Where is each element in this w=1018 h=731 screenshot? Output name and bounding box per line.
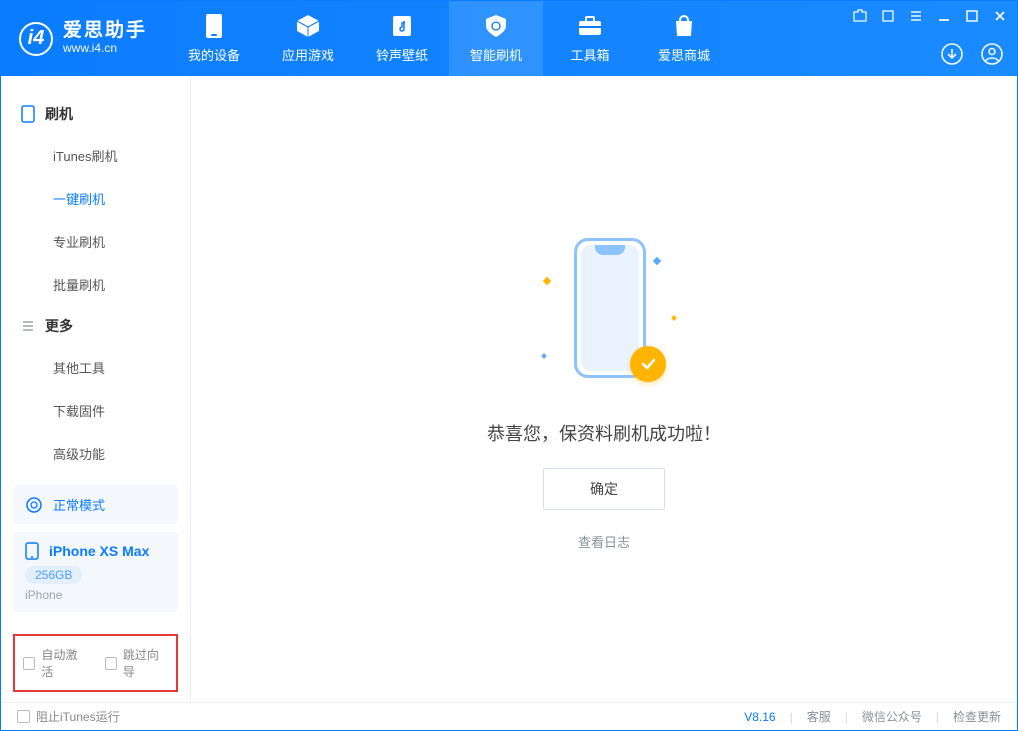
highlighted-options: 自动激活 跳过向导: [13, 634, 178, 692]
view-log-link[interactable]: 查看日志: [578, 532, 630, 551]
support-link[interactable]: 客服: [807, 708, 831, 725]
sidebar-item-oneclick-flash[interactable]: 一键刷机: [1, 177, 190, 220]
app-title-en: www.i4.cn: [63, 42, 147, 55]
sidebar-item-itunes-flash[interactable]: iTunes刷机: [1, 134, 190, 177]
section-label: 更多: [45, 316, 73, 336]
checkbox-skip-guide[interactable]: 跳过向导: [105, 646, 169, 680]
close-button[interactable]: [991, 7, 1009, 25]
wechat-link[interactable]: 微信公众号: [862, 708, 922, 725]
checkbox-auto-activate[interactable]: 自动激活: [23, 646, 87, 680]
skin-icon[interactable]: [879, 7, 897, 25]
app-title-cn: 爱思助手: [63, 21, 147, 42]
user-button[interactable]: [979, 41, 1005, 67]
status-bar: 阻止iTunes运行 V8.16 | 客服 | 微信公众号 | 检查更新: [1, 702, 1017, 730]
nav-store[interactable]: 爱思商城: [637, 1, 731, 76]
header-actions: [939, 41, 1005, 67]
nav-smart-flash[interactable]: 智能刷机: [449, 1, 543, 76]
section-label: 刷机: [45, 104, 73, 124]
check-update-link[interactable]: 检查更新: [953, 708, 1001, 725]
sidebar-item-download-firmware[interactable]: 下载固件: [1, 389, 190, 432]
phone-icon: [25, 542, 39, 560]
nav-label: 铃声壁纸: [376, 45, 428, 64]
download-button[interactable]: [939, 41, 965, 67]
cube-icon: [295, 13, 321, 39]
toolbox-icon: [577, 13, 603, 39]
app-header: i4 爱思助手 www.i4.cn 我的设备 应用游戏 铃声壁纸 智能刷机 工具…: [1, 1, 1017, 76]
bag-icon: [671, 13, 697, 39]
nav-ringtone-wallpaper[interactable]: 铃声壁纸: [355, 1, 449, 76]
device-storage: 256GB: [25, 566, 82, 584]
theme-icon[interactable]: [851, 7, 869, 25]
sidebar-item-other-tools[interactable]: 其他工具: [1, 346, 190, 389]
nav-label: 爱思商城: [658, 45, 710, 64]
nav-apps-games[interactable]: 应用游戏: [261, 1, 355, 76]
menu-icon[interactable]: [907, 7, 925, 25]
logo-icon: i4: [19, 22, 53, 56]
device-type: iPhone: [25, 588, 166, 602]
maximize-button[interactable]: [963, 7, 981, 25]
logo: i4 爱思助手 www.i4.cn: [1, 1, 167, 76]
sidebar-item-pro-flash[interactable]: 专业刷机: [1, 220, 190, 263]
version-label: V8.16: [744, 710, 775, 724]
music-icon: [389, 13, 415, 39]
nav-label: 我的设备: [188, 45, 240, 64]
nav-label: 应用游戏: [282, 45, 334, 64]
device-mode-card[interactable]: 正常模式: [13, 485, 178, 524]
sidebar: 刷机 iTunes刷机 一键刷机 专业刷机 批量刷机 更多 其他工具 下载固件 …: [1, 76, 191, 702]
success-message: 恭喜您，保资料刷机成功啦！: [487, 420, 721, 446]
sync-icon: [25, 496, 43, 514]
confirm-button[interactable]: 确定: [543, 468, 665, 510]
nav-toolbox[interactable]: 工具箱: [543, 1, 637, 76]
nav-my-device[interactable]: 我的设备: [167, 1, 261, 76]
window-controls: [851, 7, 1009, 25]
minimize-button[interactable]: [935, 7, 953, 25]
sidebar-section-more[interactable]: 更多: [1, 306, 190, 346]
main-content: 恭喜您，保资料刷机成功啦！ 确定 查看日志: [191, 76, 1017, 702]
device-icon: [201, 13, 227, 39]
device-mode-label: 正常模式: [53, 495, 105, 514]
sidebar-section-flash[interactable]: 刷机: [1, 94, 190, 134]
phone-icon: [21, 105, 35, 123]
sidebar-item-advanced[interactable]: 高级功能: [1, 432, 190, 475]
list-icon: [21, 319, 35, 333]
shield-sync-icon: [483, 13, 509, 39]
device-info-card[interactable]: iPhone XS Max 256GB iPhone: [13, 532, 178, 612]
checkbox-block-itunes[interactable]: 阻止iTunes运行: [17, 708, 120, 725]
check-icon: [630, 346, 666, 382]
nav-label: 工具箱: [571, 45, 610, 64]
sidebar-item-batch-flash[interactable]: 批量刷机: [1, 263, 190, 306]
device-name: iPhone XS Max: [49, 543, 149, 559]
success-illustration: [524, 228, 684, 398]
nav-label: 智能刷机: [470, 45, 522, 64]
top-nav: 我的设备 应用游戏 铃声壁纸 智能刷机 工具箱 爱思商城: [167, 1, 731, 76]
